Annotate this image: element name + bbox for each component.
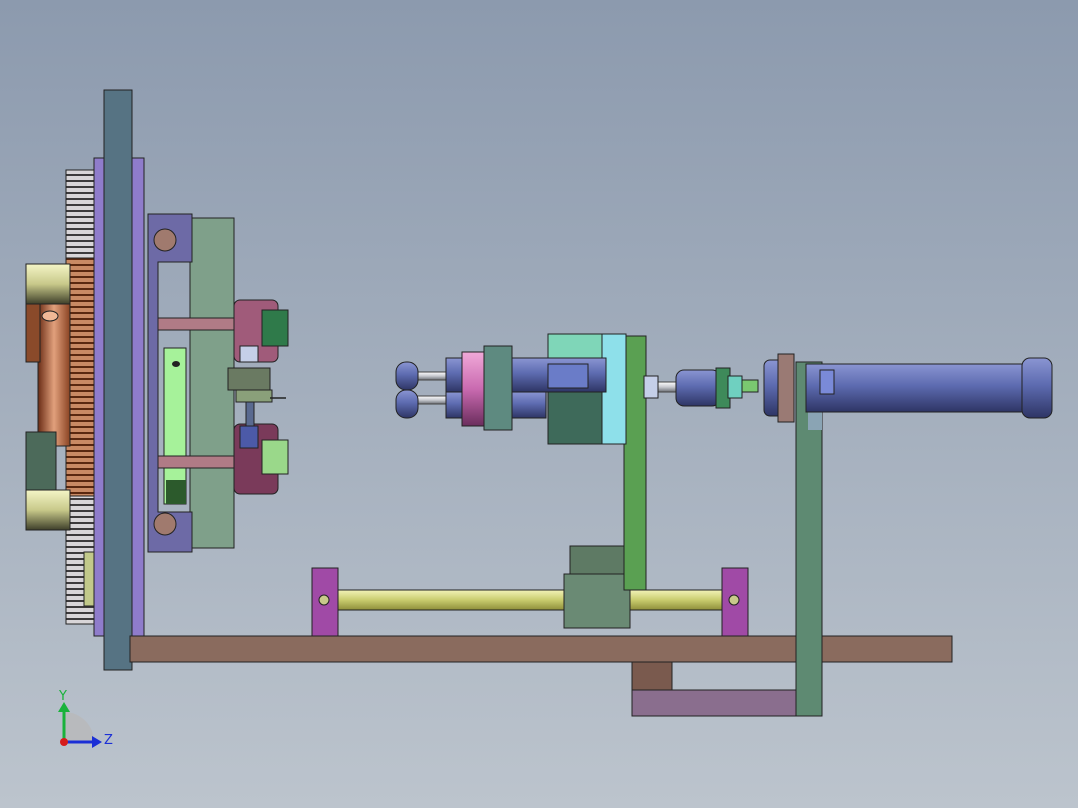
lower-purple-bar [631,689,797,717]
x-axis-dot [60,738,68,746]
center-link-stub [235,389,273,403]
guide-rod[interactable] [337,589,723,611]
slider-block-top [569,545,627,575]
slot-lower-block [166,480,186,504]
drive-cylinder-barrel[interactable] [805,363,1027,413]
coupling-tip [741,379,759,393]
green-post [623,335,647,591]
mounting-flange [483,345,513,431]
upper-pivot-pin [153,228,177,252]
drive-cylinder-seal [819,369,835,395]
lower-pivot-pin [153,512,177,536]
slider-block[interactable] [563,573,631,629]
lower-jaw-nut [261,439,289,475]
coupling-pin [727,375,743,399]
right-post-notch [808,410,822,430]
middle-knob [25,431,57,493]
bracket-green-plate [189,217,235,549]
right-support-bolt [728,594,740,606]
clamp-bracket[interactable] [147,213,289,553]
coupling-body [675,369,721,407]
gear-teeth-upper [65,169,97,261]
gear-assembly[interactable] [25,89,145,671]
upper-jaw-nut [261,309,289,347]
left-support-bolt [318,594,330,606]
slot-hole [172,361,180,367]
cylinder-end-block [547,363,589,389]
gear-hub [37,301,71,447]
z-axis-label: Z [104,733,113,748]
guide-rail-assembly[interactable] [311,545,749,637]
lower-support-stub [631,661,673,691]
main-vertical-plate[interactable] [103,89,133,671]
z-axis-arrow [92,736,102,748]
base-rail[interactable] [129,635,953,663]
hub-bolt-hole [41,310,59,322]
center-link [227,367,271,391]
upper-rod-cap [395,361,419,391]
center-link-shaft [245,401,255,427]
orientation-triad[interactable]: Y Z [58,689,113,748]
upper-knob [25,263,71,305]
pink-nut-stack [461,351,487,427]
assembly-model[interactable]: Y Z [0,0,1078,808]
base-frame[interactable] [129,635,953,717]
upper-knob-shaft [25,303,41,363]
lower-knob [25,489,71,531]
lower-rod-cap [395,389,419,419]
cad-viewport[interactable]: Y Z [0,0,1078,808]
coupling-hex [643,375,659,399]
lower-jaw-cap [239,425,259,449]
drive-cylinder-cap [1021,357,1053,419]
upper-jaw-cap [239,345,259,363]
drive-cylinder-nut [777,353,795,423]
triad-quadrant [64,712,94,742]
y-axis-label: Y [58,689,67,704]
